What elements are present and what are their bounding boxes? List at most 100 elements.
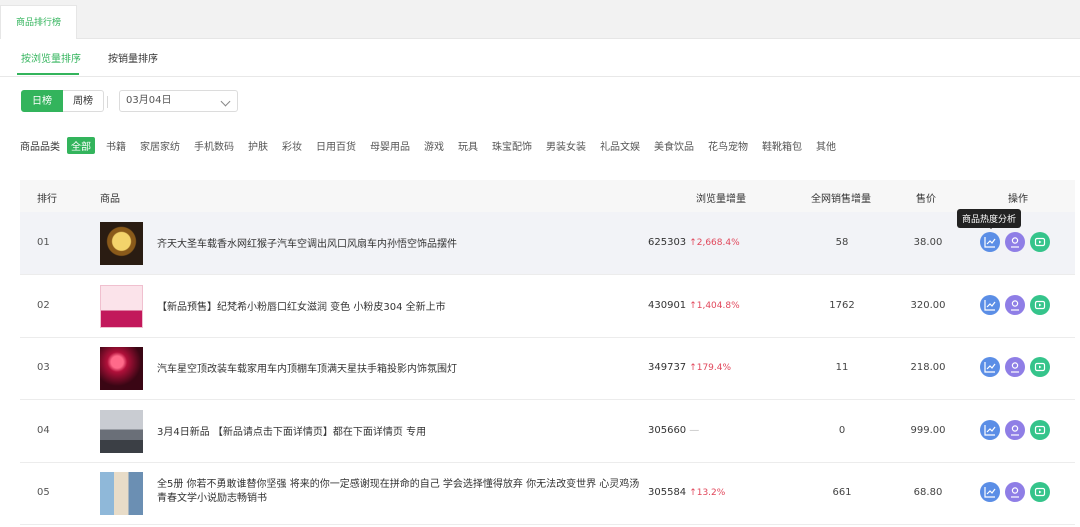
views-value: 305660 bbox=[648, 425, 687, 436]
header-product: 商品 bbox=[100, 194, 120, 205]
product-thumbnail[interactable] bbox=[100, 222, 143, 265]
tooltip-arrow bbox=[987, 225, 995, 229]
category-item[interactable]: 书籍 bbox=[106, 138, 126, 153]
row-actions bbox=[980, 420, 1055, 440]
table-header: 排行 商品 浏览量增量 全网销售增量 售价 操作 bbox=[20, 180, 1075, 212]
category-item[interactable]: 护肤 bbox=[248, 138, 268, 153]
trend-chart-icon[interactable] bbox=[980, 357, 1000, 377]
product-name[interactable]: 齐天大圣车载香水网红猴子汽车空调出风口风扇车内孙悟空饰品摆件 bbox=[157, 235, 457, 250]
views-value: 430901 bbox=[648, 300, 687, 311]
chevron-down-icon bbox=[220, 96, 231, 107]
product-name[interactable]: 【新品预售】纪梵希小粉唇口红女滋润 变色 小粉皮304 全新上市 bbox=[157, 298, 446, 313]
category-item[interactable]: 美食饮品 bbox=[654, 138, 694, 153]
user-badge-icon[interactable] bbox=[1005, 482, 1025, 502]
header-sales: 全网销售增量 bbox=[811, 194, 871, 205]
rank: 01 bbox=[37, 237, 50, 248]
category-item[interactable]: 男装女装 bbox=[546, 138, 586, 153]
category-item[interactable]: 鞋靴箱包 bbox=[762, 138, 802, 153]
views-growth: ↑13.2% bbox=[689, 488, 726, 498]
period-toggle: 日榜 周榜 bbox=[21, 90, 104, 112]
product-name[interactable]: 全5册 你若不勇敢谁替你坚强 将来的你一定感谢现在拼命的自己 学会选择懂得放弃 … bbox=[157, 478, 647, 506]
table-row[interactable]: 01 齐天大圣车载香水网红猴子汽车空调出风口风扇车内孙悟空饰品摆件 625303… bbox=[20, 212, 1075, 275]
table-row[interactable]: 05 全5册 你若不勇敢谁替你坚强 将来的你一定感谢现在拼命的自己 学会选择懂得… bbox=[20, 462, 1075, 525]
user-badge-icon[interactable] bbox=[1005, 357, 1025, 377]
tab-sort-by-views[interactable]: 按浏览量排序 bbox=[21, 50, 81, 65]
user-badge-icon[interactable] bbox=[1005, 295, 1025, 315]
trend-chart-icon[interactable] bbox=[980, 420, 1000, 440]
category-item-all[interactable]: 全部 bbox=[67, 136, 95, 154]
header-price: 售价 bbox=[916, 194, 936, 205]
category-item[interactable]: 家居家纺 bbox=[140, 138, 180, 153]
rank: 03 bbox=[37, 362, 50, 373]
product-thumbnail[interactable] bbox=[100, 347, 143, 390]
row-actions bbox=[980, 357, 1055, 377]
category-item[interactable]: 手机数码 bbox=[194, 138, 234, 153]
row-actions bbox=[980, 482, 1055, 502]
category-label: 商品品类 bbox=[20, 141, 60, 153]
rank: 02 bbox=[37, 300, 50, 311]
category-item[interactable]: 花鸟宠物 bbox=[708, 138, 748, 153]
views-cell: 305584 ↑13.2% bbox=[648, 487, 768, 498]
category-item[interactable]: 母婴用品 bbox=[370, 138, 410, 153]
divider bbox=[107, 96, 108, 108]
views-cell: 349737 ↑179.4% bbox=[648, 362, 768, 373]
user-badge-icon[interactable] bbox=[1005, 420, 1025, 440]
trend-chart-icon[interactable] bbox=[980, 232, 1000, 252]
views-cell: 430901 ↑1,404.8% bbox=[648, 300, 768, 311]
tab-sort-by-sales[interactable]: 按销量排序 bbox=[108, 50, 158, 65]
views-cell: 625303 ↑2,668.4% bbox=[648, 237, 768, 248]
sales-value: 11 bbox=[835, 362, 849, 373]
weekly-ranking-button[interactable]: 周榜 bbox=[63, 90, 104, 112]
row-actions bbox=[980, 232, 1055, 252]
video-play-icon[interactable] bbox=[1030, 232, 1050, 252]
product-thumbnail[interactable] bbox=[100, 410, 143, 453]
row-actions bbox=[980, 295, 1055, 315]
header-rank: 排行 bbox=[37, 194, 57, 205]
price-value: 68.80 bbox=[913, 487, 943, 498]
product-ranking-table: 排行 商品 浏览量增量 全网销售增量 售价 操作 01 齐天大圣车载香水网红猴子… bbox=[20, 180, 1075, 525]
date-select[interactable]: 03月04日 bbox=[119, 90, 238, 112]
user-badge-icon[interactable] bbox=[1005, 232, 1025, 252]
daily-ranking-button[interactable]: 日榜 bbox=[21, 90, 63, 112]
price-value: 218.00 bbox=[910, 362, 946, 373]
product-name[interactable]: 汽车星空顶改装车载家用车内顶棚车顶满天星扶手箱投影内饰氛围灯 bbox=[157, 360, 457, 375]
trend-chart-icon[interactable] bbox=[980, 482, 1000, 502]
video-play-icon[interactable] bbox=[1030, 357, 1050, 377]
views-cell: 305660— bbox=[648, 425, 768, 436]
active-tab-underline bbox=[17, 73, 79, 75]
views-growth: ↑1,404.8% bbox=[689, 301, 740, 311]
category-item[interactable]: 游戏 bbox=[424, 138, 444, 153]
trend-chart-icon[interactable] bbox=[980, 295, 1000, 315]
sort-tabs: 按浏览量排序 按销量排序 bbox=[0, 38, 1080, 77]
product-thumbnail[interactable] bbox=[100, 472, 143, 515]
video-play-icon[interactable] bbox=[1030, 295, 1050, 315]
product-name[interactable]: 3月4日新品 【新品请点击下面详情页】都在下面详情页 专用 bbox=[157, 423, 426, 438]
price-value: 320.00 bbox=[910, 300, 946, 311]
category-item[interactable]: 日用百货 bbox=[316, 138, 356, 153]
header-views: 浏览量增量 bbox=[696, 194, 746, 205]
table-row[interactable]: 03 汽车星空顶改装车载家用车内顶棚车顶满天星扶手箱投影内饰氛围灯 349737… bbox=[20, 337, 1075, 400]
category-filter: 商品品类 全部 书籍 家居家纺 手机数码 护肤 彩妆 日用百货 母婴用品 游戏 … bbox=[20, 136, 850, 154]
category-item[interactable]: 彩妆 bbox=[282, 138, 302, 153]
table-row[interactable]: 02 【新品预售】纪梵希小粉唇口红女滋润 变色 小粉皮304 全新上市 4309… bbox=[20, 275, 1075, 338]
sales-value: 661 bbox=[832, 487, 852, 498]
views-value: 625303 bbox=[648, 237, 687, 248]
video-play-icon[interactable] bbox=[1030, 420, 1050, 440]
category-item[interactable]: 礼品文娱 bbox=[600, 138, 640, 153]
sales-value: 0 bbox=[838, 425, 846, 436]
video-play-icon[interactable] bbox=[1030, 482, 1050, 502]
views-growth: — bbox=[689, 425, 700, 436]
views-growth: ↑2,668.4% bbox=[689, 238, 740, 248]
sales-value: 1762 bbox=[829, 300, 855, 311]
sales-value: 58 bbox=[835, 237, 849, 248]
category-item[interactable]: 珠宝配饰 bbox=[492, 138, 532, 153]
header-ops: 操作 bbox=[1008, 194, 1028, 205]
views-value: 305584 bbox=[648, 487, 687, 498]
category-item[interactable]: 玩具 bbox=[458, 138, 478, 153]
rank: 05 bbox=[37, 487, 50, 498]
price-value: 999.00 bbox=[910, 425, 946, 436]
product-thumbnail[interactable] bbox=[100, 285, 143, 328]
tab-product-ranking[interactable]: 商品排行榜 bbox=[0, 5, 77, 39]
category-item[interactable]: 其他 bbox=[816, 138, 836, 153]
table-row[interactable]: 04 3月4日新品 【新品请点击下面详情页】都在下面详情页 专用 305660—… bbox=[20, 400, 1075, 463]
